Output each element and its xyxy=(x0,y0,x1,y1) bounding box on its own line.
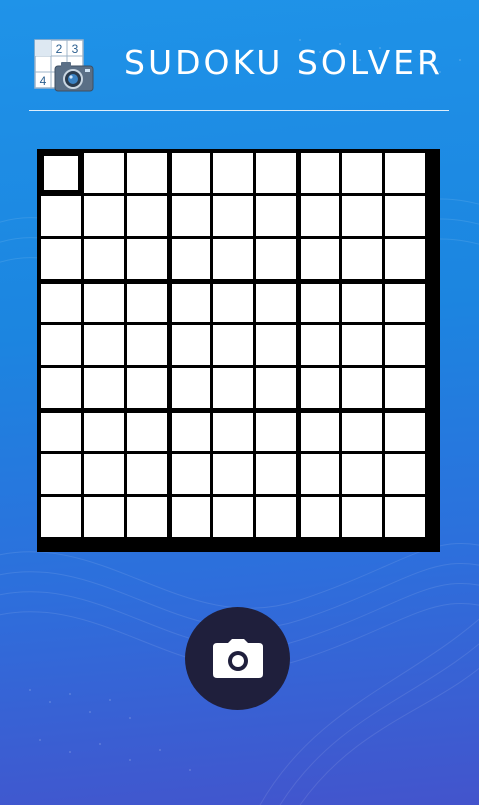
sudoku-cell[interactable] xyxy=(213,153,253,193)
sudoku-cell[interactable] xyxy=(127,196,167,236)
sudoku-cell[interactable] xyxy=(84,368,124,408)
sudoku-board xyxy=(37,149,440,552)
sudoku-cell[interactable] xyxy=(127,497,167,537)
sudoku-cell[interactable] xyxy=(342,196,382,236)
sudoku-cell[interactable] xyxy=(256,497,296,537)
sudoku-cell[interactable] xyxy=(385,153,425,193)
sudoku-cell[interactable] xyxy=(256,284,296,322)
sudoku-cell[interactable] xyxy=(127,454,167,494)
sudoku-cell[interactable] xyxy=(342,325,382,365)
sudoku-cell[interactable] xyxy=(84,153,124,193)
logo-digit-2: 2 xyxy=(56,42,63,56)
sudoku-cell[interactable] xyxy=(41,497,81,537)
sudoku-cell[interactable] xyxy=(84,325,124,365)
sudoku-cell[interactable] xyxy=(172,196,210,236)
sudoku-cell[interactable] xyxy=(301,325,339,365)
sudoku-cell[interactable] xyxy=(385,454,425,494)
camera-button[interactable] xyxy=(185,607,290,710)
sudoku-cell[interactable] xyxy=(213,284,253,322)
sudoku-cell[interactable] xyxy=(213,413,253,451)
sudoku-cell[interactable] xyxy=(342,413,382,451)
sudoku-cell[interactable] xyxy=(127,284,167,322)
sudoku-cell[interactable] xyxy=(84,454,124,494)
sudoku-cell[interactable] xyxy=(342,368,382,408)
sudoku-cell[interactable] xyxy=(385,196,425,236)
sudoku-cell[interactable] xyxy=(385,413,425,451)
sudoku-cell[interactable] xyxy=(41,325,81,365)
sudoku-cell[interactable] xyxy=(84,413,124,451)
sudoku-cell[interactable] xyxy=(172,413,210,451)
sudoku-cell[interactable] xyxy=(84,284,124,322)
sudoku-cell[interactable] xyxy=(84,497,124,537)
sudoku-cell[interactable] xyxy=(213,454,253,494)
sudoku-cell[interactable] xyxy=(342,497,382,537)
sudoku-cell[interactable] xyxy=(256,239,296,279)
sudoku-cell[interactable] xyxy=(41,368,81,408)
sudoku-cell[interactable] xyxy=(256,196,296,236)
sudoku-cell[interactable] xyxy=(172,153,210,193)
sudoku-cell[interactable] xyxy=(342,239,382,279)
sudoku-cell[interactable] xyxy=(385,325,425,365)
camera-icon xyxy=(212,638,263,678)
sudoku-cell[interactable] xyxy=(84,196,124,236)
sudoku-cell[interactable] xyxy=(301,153,339,193)
sudoku-cell[interactable] xyxy=(385,239,425,279)
sudoku-cell[interactable] xyxy=(301,497,339,537)
app-header: 2 3 4 SUDOKU SOLVER xyxy=(0,0,479,112)
sudoku-cell[interactable] xyxy=(256,153,296,193)
sudoku-cell[interactable] xyxy=(301,239,339,279)
sudoku-cell[interactable] xyxy=(256,413,296,451)
sudoku-cell[interactable] xyxy=(213,325,253,365)
sudoku-cell[interactable] xyxy=(385,497,425,537)
sudoku-cell[interactable] xyxy=(256,454,296,494)
sudoku-cell[interactable] xyxy=(213,239,253,279)
sudoku-cell[interactable] xyxy=(127,325,167,365)
sudoku-cell[interactable] xyxy=(213,368,253,408)
sudoku-cell[interactable] xyxy=(342,284,382,322)
sudoku-cell[interactable] xyxy=(301,368,339,408)
sudoku-cell[interactable] xyxy=(342,454,382,494)
sudoku-cell[interactable] xyxy=(301,284,339,322)
sudoku-cell[interactable] xyxy=(172,497,210,537)
header-divider xyxy=(29,110,449,111)
sudoku-cell[interactable] xyxy=(41,196,81,236)
sudoku-cell[interactable] xyxy=(172,368,210,408)
sudoku-cell[interactable] xyxy=(256,368,296,408)
sudoku-cell[interactable] xyxy=(256,325,296,365)
sudoku-cell[interactable] xyxy=(301,196,339,236)
logo-digit-3: 3 xyxy=(72,42,79,56)
app-title: SUDOKU SOLVER xyxy=(124,43,443,82)
sudoku-cell[interactable] xyxy=(127,368,167,408)
sudoku-cell[interactable] xyxy=(301,413,339,451)
sudoku-cell[interactable] xyxy=(41,239,81,279)
sudoku-cell[interactable] xyxy=(172,284,210,322)
sudoku-cell[interactable] xyxy=(84,239,124,279)
sudoku-cell[interactable] xyxy=(172,239,210,279)
sudoku-cell[interactable] xyxy=(127,239,167,279)
sudoku-cell[interactable] xyxy=(301,454,339,494)
sudoku-cell[interactable] xyxy=(41,284,81,322)
sudoku-cell[interactable] xyxy=(213,196,253,236)
logo-digit-4: 4 xyxy=(40,74,47,88)
sudoku-cell[interactable] xyxy=(385,368,425,408)
sudoku-cell[interactable] xyxy=(127,413,167,451)
sudoku-cell[interactable] xyxy=(41,413,81,451)
sudoku-cell[interactable] xyxy=(172,325,210,365)
sudoku-cell[interactable] xyxy=(342,153,382,193)
sudoku-cell[interactable] xyxy=(41,153,81,193)
sudoku-cell[interactable] xyxy=(41,454,81,494)
sudoku-cell[interactable] xyxy=(172,454,210,494)
sudoku-cell[interactable] xyxy=(213,497,253,537)
sudoku-cell[interactable] xyxy=(127,153,167,193)
sudoku-camera-logo-icon: 2 3 4 xyxy=(34,39,94,92)
sudoku-cell[interactable] xyxy=(385,284,425,322)
